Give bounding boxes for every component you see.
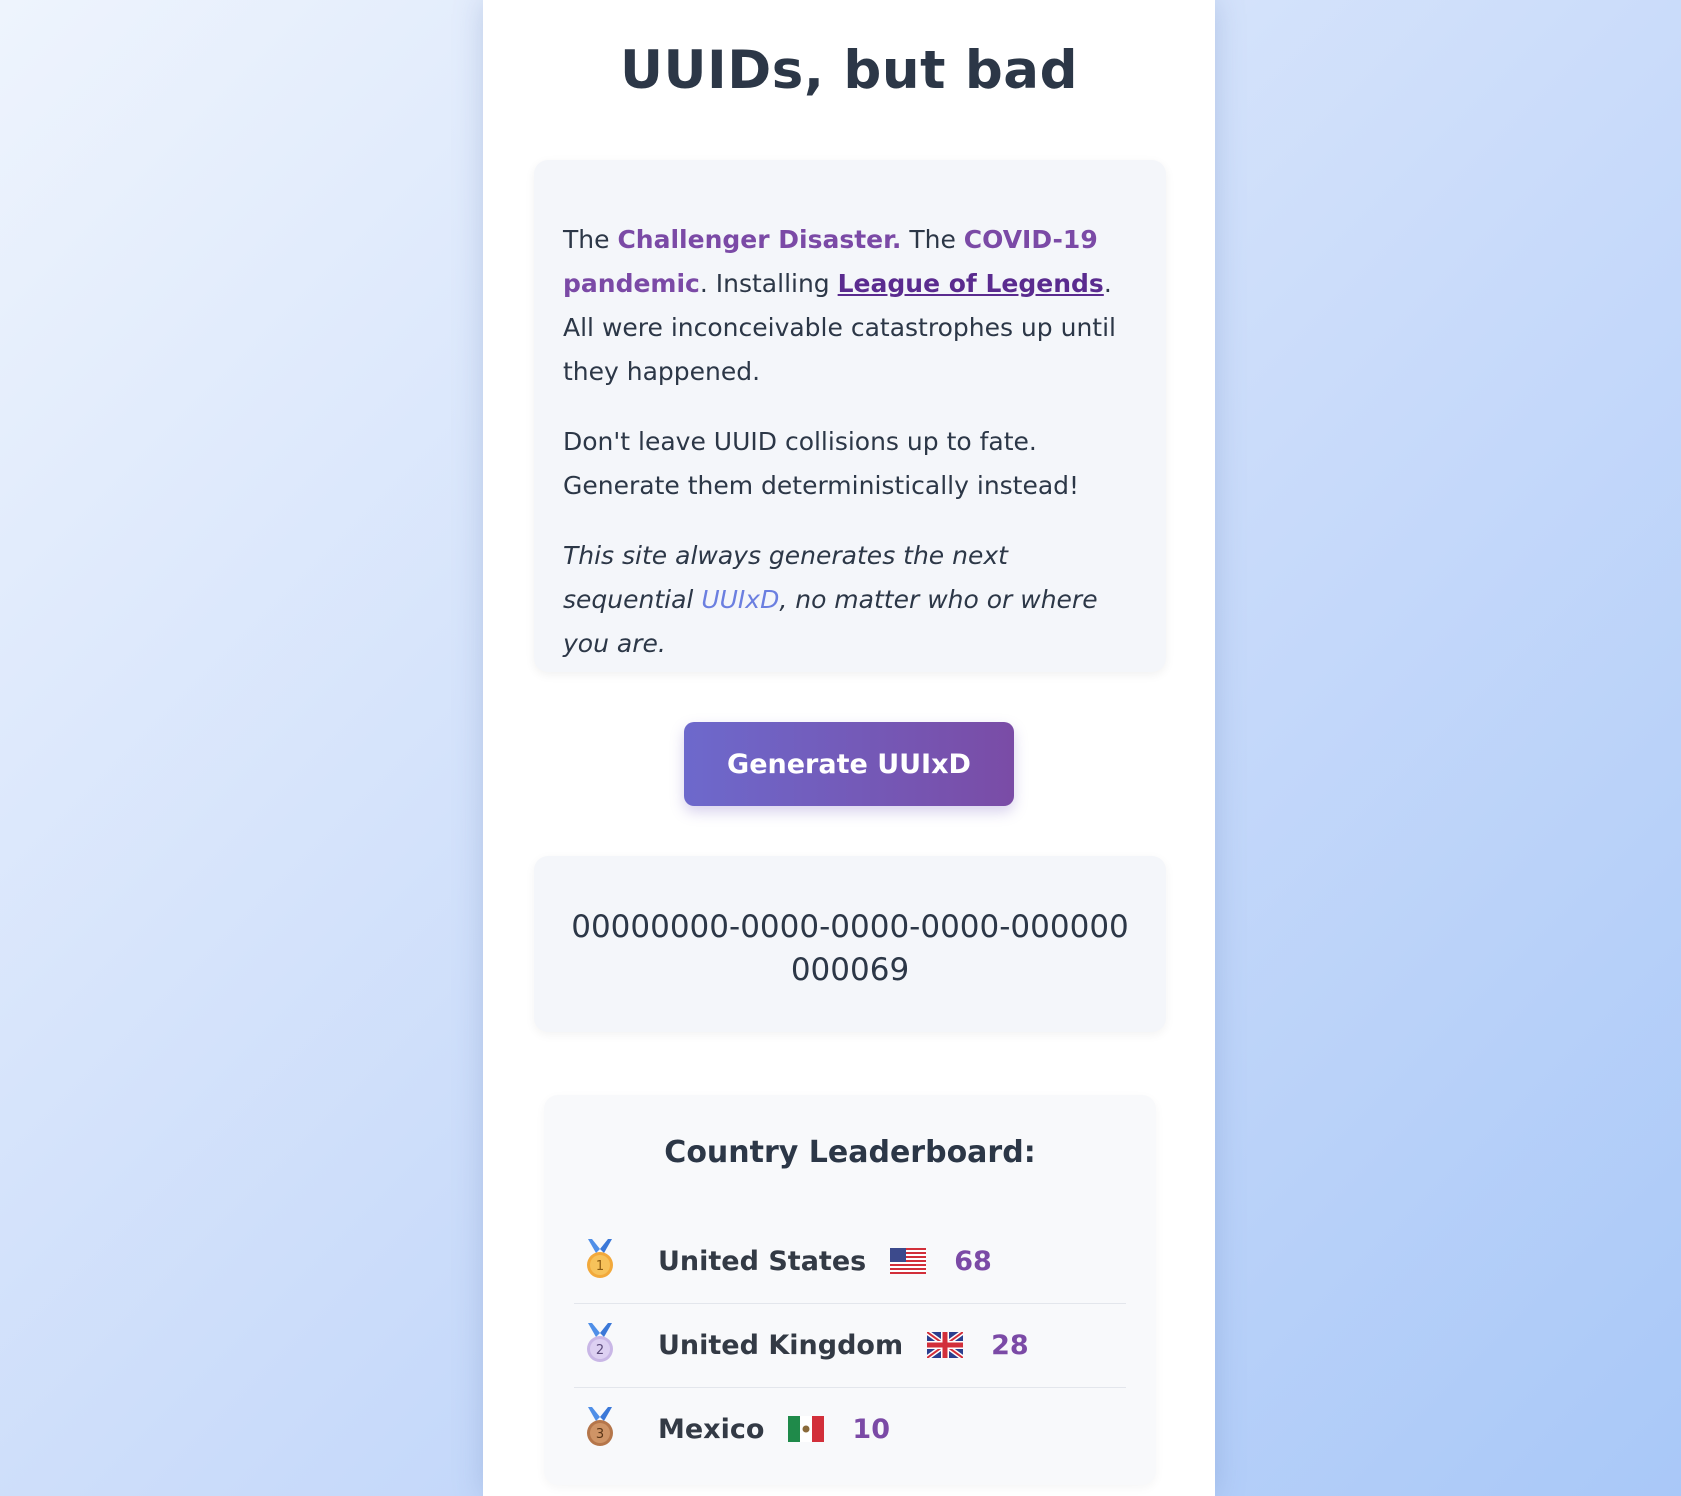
challenger-highlight: Challenger Disaster. (617, 225, 902, 254)
country-name: United Kingdom (658, 1329, 904, 1361)
intro-paragraph-1: The Challenger Disaster. The COVID-19 pa… (563, 218, 1138, 394)
leaderboard-row: 1 United States 68 (574, 1219, 1126, 1304)
bronze-medal-icon: 3 (574, 1405, 618, 1453)
intro-text: . Installing (699, 269, 838, 298)
uuid-count: 68 (954, 1245, 992, 1277)
medal-rank: 1 (596, 1259, 604, 1274)
country-name: United States (658, 1245, 867, 1277)
uuid-count: 10 (852, 1413, 890, 1445)
medal-rank: 2 (596, 1343, 604, 1358)
intro-text: The (563, 225, 618, 254)
country-name: Mexico (658, 1413, 765, 1445)
intro-text: The (901, 225, 964, 254)
uuid-count: 28 (991, 1329, 1029, 1361)
league-of-legends-link[interactable]: League of Legends (838, 269, 1104, 298)
mexico-flag-icon (764, 1416, 825, 1442)
uk-flag-icon (903, 1332, 964, 1358)
leaderboard-title: Country Leaderboard: (664, 1135, 1036, 1170)
intro-paragraph-3: This site always generates the next sequ… (563, 534, 1138, 666)
generate-uuixd-button[interactable]: Generate UUIxD (684, 722, 1014, 806)
country-leaderboard: Country Leaderboard: 1 United States 68 … (544, 1095, 1156, 1485)
medal-rank: 3 (596, 1427, 604, 1442)
leaderboard-row: 2 United Kingdom 28 (574, 1303, 1126, 1388)
us-flag-icon (866, 1248, 927, 1274)
uuid-output: 00000000-0000-0000-0000-000000000069 (571, 909, 1129, 988)
intro-paragraph-2: Don't leave UUID collisions up to fate. … (563, 427, 1080, 500)
gold-medal-icon: 1 (574, 1237, 618, 1285)
page-title: UUIDs, but bad (619, 40, 1079, 101)
uuixd-highlight: UUIxD (701, 585, 780, 614)
uuid-output-card: 00000000-0000-0000-0000-000000000069 (534, 856, 1166, 1032)
main-card: UUIDs, but bad The Challenger Disaster. … (483, 0, 1215, 1496)
intro-card: The Challenger Disaster. The COVID-19 pa… (534, 160, 1166, 672)
leaderboard-row: 3 Mexico 10 (574, 1387, 1126, 1471)
silver-medal-icon: 2 (574, 1321, 618, 1369)
